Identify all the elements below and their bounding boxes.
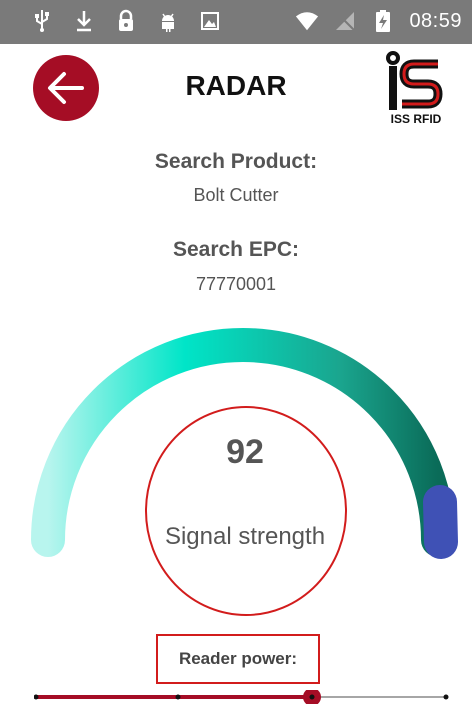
- image-icon: [198, 8, 222, 34]
- status-icons-left: [30, 8, 222, 34]
- search-product-label: Search Product:: [154, 150, 318, 173]
- no-signal-icon: [333, 8, 357, 34]
- battery-charging-icon: [371, 8, 395, 34]
- search-epc-value: 77770001: [195, 274, 277, 294]
- logo-text: ISS RFID: [390, 112, 442, 126]
- lock-icon: [114, 8, 138, 34]
- wifi-icon: [295, 8, 319, 34]
- signal-value: 92: [226, 433, 264, 471]
- status-time: 08:59: [409, 9, 462, 32]
- search-product-value: Bolt Cutter: [193, 185, 279, 205]
- download-icon: [72, 8, 96, 34]
- android-icon: [156, 8, 180, 34]
- slider-tick-end: [443, 694, 449, 700]
- status-icons-right: 08:59: [295, 8, 462, 34]
- reader-power-label: Reader power:: [178, 649, 298, 668]
- usb-icon: [30, 8, 54, 34]
- search-epc-label: Search EPC:: [172, 238, 300, 261]
- status-bar: 08:59: [0, 0, 472, 44]
- reader-power-slider[interactable]: [34, 690, 450, 704]
- reader-power-box: Reader power:: [156, 634, 320, 684]
- signal-strength-label: Signal strength: [164, 523, 326, 550]
- slider-tick-mid: [175, 694, 181, 700]
